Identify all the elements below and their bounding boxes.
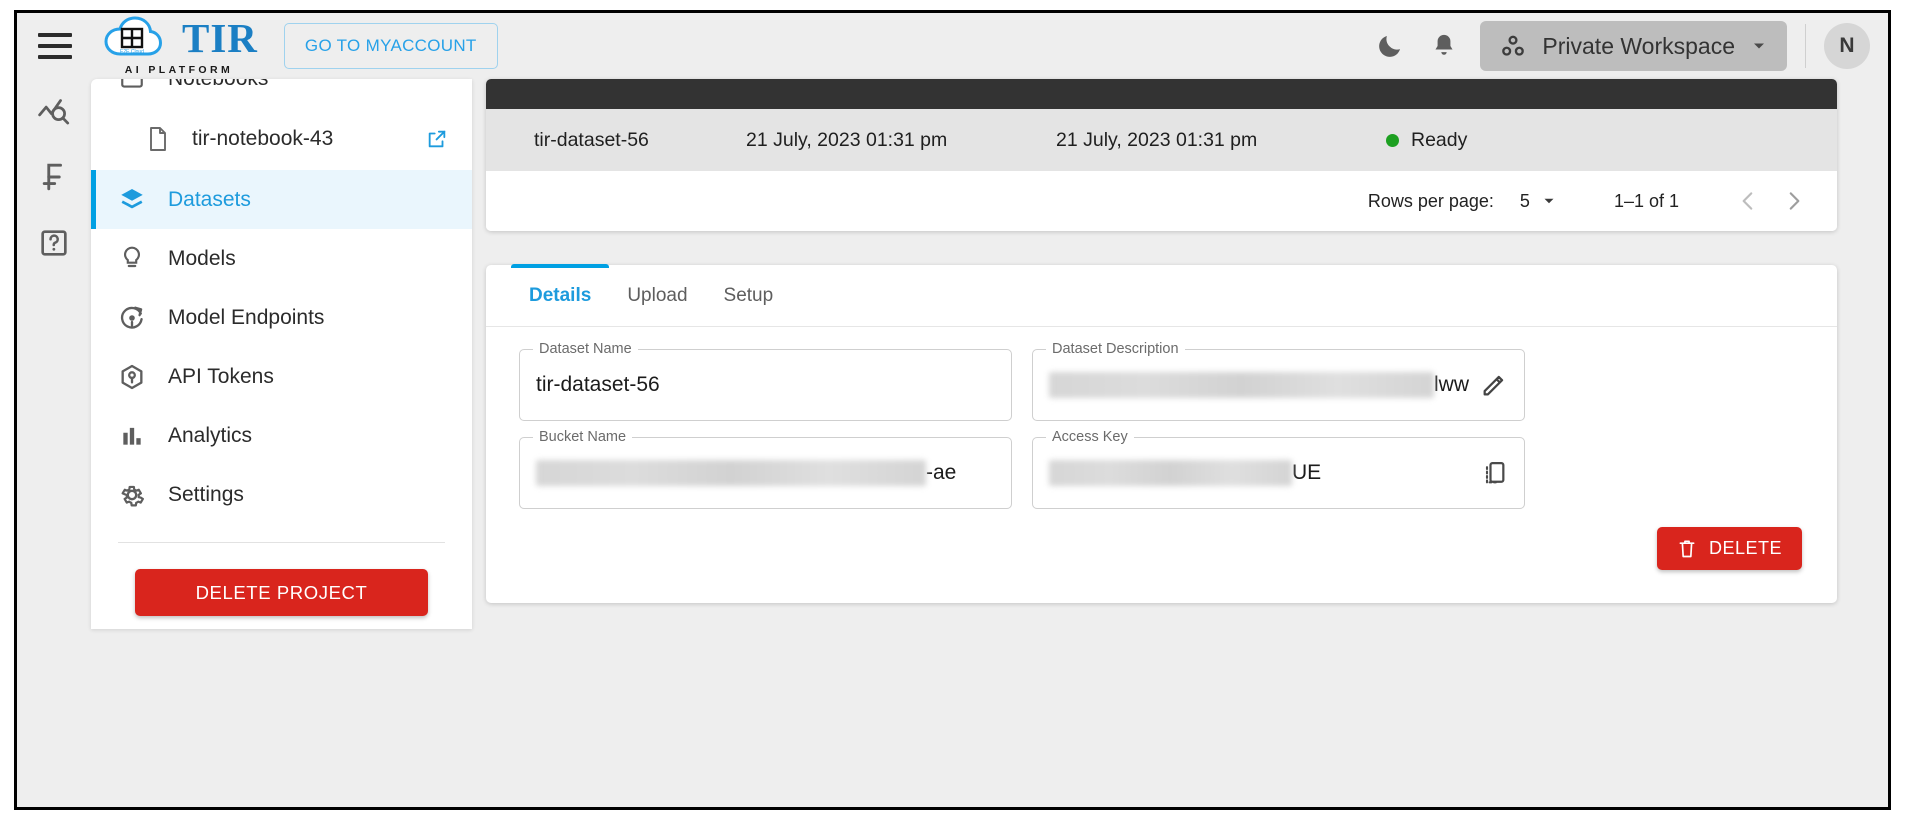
status-badge: Ready	[1386, 129, 1646, 152]
sidebar-item-label: Datasets	[168, 187, 251, 211]
notebook-icon	[118, 79, 146, 92]
redacted-text	[1049, 372, 1434, 398]
app-window: E2E Cloud TIR AI PLATFORM GO TO MYACCOUN…	[14, 10, 1891, 810]
cell-dataset-name: tir-dataset-56	[534, 128, 649, 151]
gear-icon	[118, 481, 146, 509]
brand-tagline: AI PLATFORM	[124, 64, 234, 76]
svg-text:E2E Cloud: E2E Cloud	[120, 49, 144, 55]
sidebar-item-label: Model Endpoints	[168, 305, 325, 329]
sidebar-item-analytics[interactable]: Analytics	[91, 406, 472, 465]
bucket-name-label: Bucket Name	[533, 429, 633, 445]
chevron-left-icon	[1742, 192, 1753, 210]
dataset-name-value: tir-dataset-56	[536, 373, 660, 396]
model-endpoints-icon	[118, 304, 146, 332]
rows-per-page-select[interactable]: 5	[1520, 191, 1558, 212]
project-sidebar: Notebooks tir-notebook-43	[91, 79, 472, 629]
chevron-down-icon	[1754, 43, 1764, 49]
datasets-table-card: tir-dataset-56 21 July, 2023 01:31 pm 21…	[486, 79, 1837, 231]
datasets-layers-icon	[118, 186, 146, 214]
header-divider	[1805, 24, 1806, 68]
brand-name: TIR	[182, 14, 258, 61]
sidebar-item-datasets[interactable]: Datasets	[91, 170, 472, 229]
delete-project-button[interactable]: DELETE PROJECT	[135, 569, 428, 616]
access-key-label: Access Key	[1046, 429, 1134, 445]
dataset-description-label: Dataset Description	[1046, 341, 1185, 357]
trash-icon	[1677, 538, 1697, 560]
go-to-myaccount-button[interactable]: GO TO MYACCOUNT	[283, 23, 498, 69]
sidebar-item-api-tokens[interactable]: API Tokens	[91, 347, 472, 406]
sidebar-item-settings[interactable]: Settings	[91, 465, 472, 524]
sidebar-item-label: API Tokens	[168, 364, 274, 388]
bucket-name-field[interactable]: Bucket Name -ae	[519, 429, 1012, 509]
currency-franc-icon[interactable]	[34, 157, 74, 197]
sidebar-item-models[interactable]: Models	[91, 229, 472, 288]
model-bulb-icon	[118, 245, 146, 273]
brand-logo: E2E Cloud TIR AI PLATFORM	[100, 16, 258, 76]
dataset-name-label: Dataset Name	[533, 341, 638, 357]
api-token-cube-icon	[118, 363, 146, 391]
workspace-selector[interactable]: Private Workspace	[1480, 21, 1787, 71]
details-actions: DELETE	[486, 509, 1837, 570]
details-tabs: Details Upload Setup	[486, 264, 1837, 327]
external-link-icon[interactable]	[426, 128, 448, 150]
dataset-description-value: lww	[1434, 373, 1469, 396]
pagination-prev-button[interactable]	[1725, 178, 1771, 224]
copy-icon[interactable]	[1480, 459, 1508, 487]
sidebar-item-label: Settings	[168, 482, 244, 506]
access-key-field[interactable]: Access Key UE	[1032, 429, 1525, 509]
sidebar-item-label: Notebooks	[168, 79, 268, 91]
rows-per-page-label: Rows per page:	[1367, 190, 1494, 211]
cell-created-at: 21 July, 2023 01:31 pm	[746, 128, 948, 151]
help-question-icon[interactable]	[34, 223, 74, 263]
sidebar-item-label: Models	[168, 246, 236, 270]
chart-search-icon[interactable]	[34, 91, 74, 131]
cloud-logo-icon: E2E Cloud	[104, 16, 163, 56]
analytics-bars-icon	[118, 423, 146, 449]
dataset-details-card: Details Upload Setup Dataset Name tir-da…	[486, 264, 1837, 603]
delete-dataset-label: DELETE	[1708, 538, 1782, 558]
rows-per-page-value: 5	[1519, 190, 1530, 211]
left-rail	[17, 79, 91, 807]
details-form: Dataset Name tir-dataset-56 Dataset Desc…	[486, 327, 1837, 509]
sidebar-item-notebooks[interactable]: Notebooks	[91, 79, 472, 108]
workspace-label: Private Workspace	[1542, 32, 1735, 59]
status-label: Ready	[1411, 128, 1468, 151]
chevron-right-icon	[1789, 192, 1800, 210]
tab-setup[interactable]: Setup	[706, 265, 792, 326]
access-key-value: UE	[1292, 461, 1322, 484]
table-pagination: Rows per page: 5 1–1 of 1	[486, 171, 1837, 231]
hamburger-icon[interactable]	[38, 33, 72, 59]
delete-dataset-button[interactable]: DELETE	[1656, 527, 1802, 570]
sidebar-child-notebook[interactable]: tir-notebook-43	[91, 108, 472, 170]
file-icon	[146, 126, 170, 152]
dataset-name-field[interactable]: Dataset Name tir-dataset-56	[519, 341, 1012, 421]
sidebar-divider	[118, 542, 445, 543]
table-header-row	[486, 79, 1837, 109]
sidebar-item-model-endpoints[interactable]: Model Endpoints	[91, 288, 472, 347]
chevron-down-icon	[1544, 198, 1554, 204]
bell-icon[interactable]	[1426, 28, 1462, 64]
top-bar: E2E Cloud TIR AI PLATFORM GO TO MYACCOUN…	[17, 13, 1888, 79]
pencil-edit-icon[interactable]	[1480, 371, 1508, 399]
moon-icon[interactable]	[1372, 28, 1408, 64]
dataset-description-field[interactable]: Dataset Description lww	[1032, 341, 1525, 421]
top-bar-right: Private Workspace N	[1372, 21, 1888, 71]
table-row[interactable]: tir-dataset-56 21 July, 2023 01:31 pm 21…	[486, 109, 1837, 171]
cell-updated-at: 21 July, 2023 01:31 pm	[1056, 128, 1258, 151]
redacted-text	[1049, 460, 1292, 486]
avatar[interactable]: N	[1824, 23, 1870, 69]
sidebar-item-label: Analytics	[168, 423, 253, 447]
pagination-range: 1–1 of 1	[1613, 190, 1679, 211]
pagination-next-button[interactable]	[1771, 178, 1817, 224]
main-content: tir-dataset-56 21 July, 2023 01:31 pm 21…	[472, 79, 1888, 807]
tab-details[interactable]: Details	[511, 264, 610, 326]
sidebar-child-label: tir-notebook-43	[192, 127, 334, 150]
tab-upload[interactable]: Upload	[609, 265, 705, 326]
redacted-text	[536, 460, 926, 486]
status-dot-icon	[1386, 133, 1399, 147]
bucket-name-value: -ae	[926, 461, 957, 484]
workspace-dots-icon	[1502, 35, 1525, 56]
